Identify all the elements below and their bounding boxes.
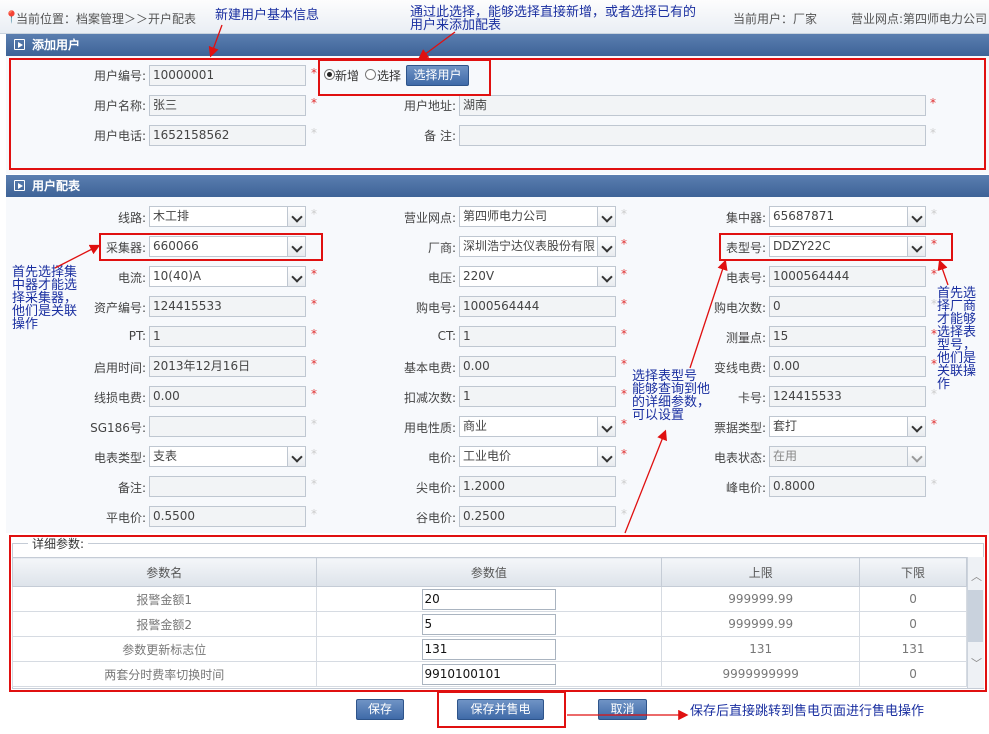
arrow-collector <box>54 244 101 269</box>
arrow-select <box>417 31 456 60</box>
arrow-meter <box>937 259 949 286</box>
arrow-meter-params <box>689 259 728 369</box>
arrow-new-user <box>208 24 223 58</box>
arrow-params <box>624 429 667 534</box>
annotation-arrows <box>54 24 949 721</box>
